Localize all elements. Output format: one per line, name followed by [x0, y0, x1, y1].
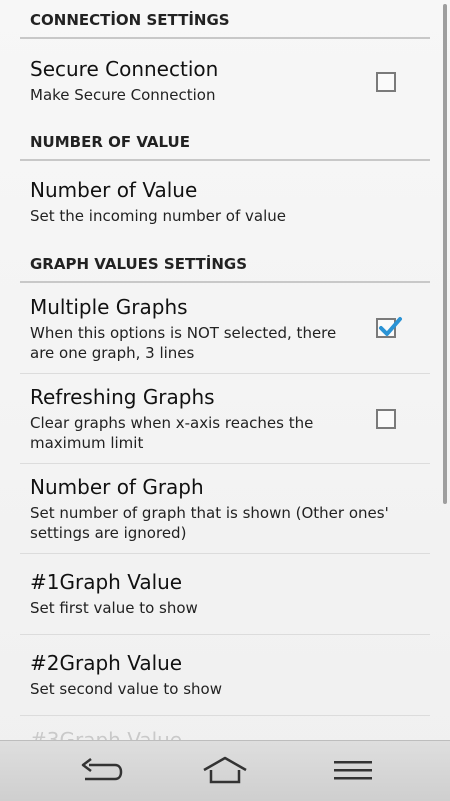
- item-divider: [20, 463, 430, 464]
- section-header-graph-values: GRAPH VALUES SETTİNGS: [30, 255, 248, 273]
- pref-graph1-value[interactable]: #1Graph Value Set first value to show: [20, 570, 430, 618]
- pref-title: Secure Connection: [30, 57, 219, 81]
- section-divider: [20, 37, 430, 39]
- pref-number-of-value[interactable]: Number of Value Set the incoming number …: [20, 178, 430, 226]
- pref-secure-connection[interactable]: Secure Connection Make Secure Connection: [20, 57, 430, 105]
- section-divider: [20, 159, 430, 161]
- pref-title: Refreshing Graphs: [30, 385, 215, 409]
- pref-summary: Make Secure Connection: [30, 86, 216, 104]
- pref-multiple-graphs[interactable]: Multiple Graphs When this options is NOT…: [20, 295, 430, 363]
- pref-title: #1Graph Value: [30, 570, 183, 594]
- section-divider: [20, 281, 430, 283]
- pref-summary: Clear graphs when x-axis reaches the max…: [30, 414, 314, 452]
- navigation-bar: [0, 740, 450, 801]
- pref-graph2-value[interactable]: #2Graph Value Set second value to show: [20, 651, 430, 699]
- item-divider: [20, 373, 430, 374]
- pref-summary: Set the incoming number of value: [30, 207, 286, 225]
- pref-graph3-value-partial[interactable]: #3Graph Value: [30, 728, 182, 740]
- refreshing-graphs-checkbox[interactable]: [376, 409, 396, 429]
- section-header-connection: CONNECTİON SETTİNGS: [30, 11, 230, 29]
- pref-number-of-graph[interactable]: Number of Graph Set number of graph that…: [20, 475, 430, 543]
- pref-summary: Set first value to show: [30, 599, 198, 617]
- home-icon[interactable]: [200, 755, 250, 787]
- item-divider: [20, 634, 430, 635]
- pref-title: Multiple Graphs: [30, 295, 188, 319]
- pref-summary: Set number of graph that is shown (Other…: [30, 504, 389, 542]
- menu-icon[interactable]: [330, 755, 380, 787]
- pref-title: Number of Graph: [30, 475, 204, 499]
- pref-refreshing-graphs[interactable]: Refreshing Graphs Clear graphs when x-ax…: [20, 385, 430, 453]
- secure-connection-checkbox[interactable]: [376, 72, 396, 92]
- checkmark-icon: [379, 317, 402, 336]
- pref-summary: When this options is NOT selected, there…: [30, 324, 337, 362]
- section-header-number-of-value: NUMBER OF VALUE: [30, 133, 190, 151]
- settings-list: CONNECTİON SETTİNGS Secure Connection Ma…: [0, 0, 450, 740]
- pref-title: #2Graph Value: [30, 651, 183, 675]
- item-divider: [20, 553, 430, 554]
- pref-summary: Set second value to show: [30, 680, 222, 698]
- scrollbar[interactable]: [443, 4, 447, 504]
- item-divider: [20, 715, 430, 716]
- back-icon[interactable]: [75, 755, 125, 787]
- pref-title: Number of Value: [30, 178, 198, 202]
- multiple-graphs-checkbox[interactable]: [376, 317, 402, 338]
